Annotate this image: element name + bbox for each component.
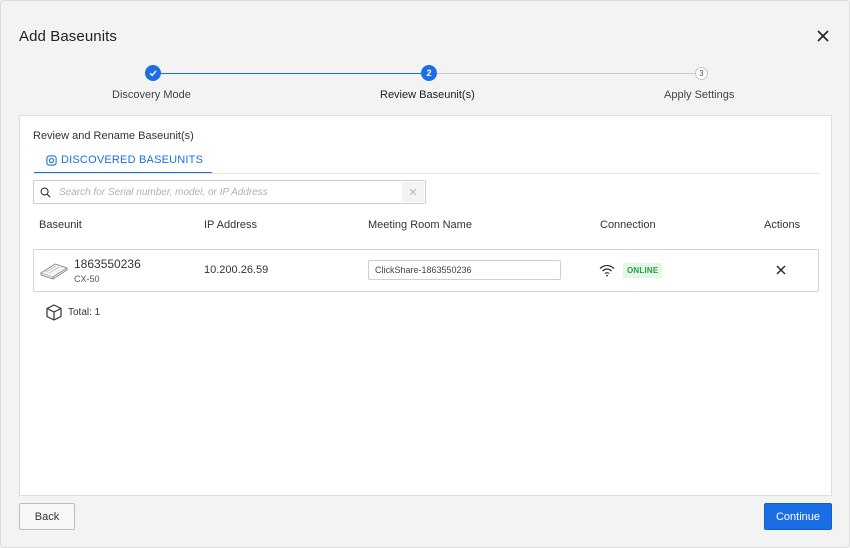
clear-x-icon[interactable]: ✕ [402, 182, 424, 202]
stepper-line-pending [429, 73, 702, 74]
search-icon [40, 187, 51, 198]
baseunit-serial: 1863550236 [74, 257, 141, 271]
ip-address: 10.200.26.59 [204, 264, 269, 276]
step-3-label: Apply Settings [664, 89, 735, 101]
step-2-label: Review Baseunit(s) [380, 89, 475, 101]
review-panel: Review and Rename Baseunit(s) DISCOVERED… [19, 115, 832, 496]
column-header-ip-address: IP Address [204, 219, 257, 231]
step-1-complete [145, 65, 161, 81]
add-baseunits-dialog: Add Baseunits 2 3 Discovery Mode Review … [0, 0, 850, 548]
column-header-actions: Actions [764, 219, 801, 231]
column-header-connection: Connection [600, 219, 656, 231]
tab-discovered-baseunits[interactable]: DISCOVERED BASEUNITS [34, 148, 212, 174]
instagram-like-square-icon [46, 154, 57, 166]
panel-title: Review and Rename Baseunit(s) [33, 130, 194, 142]
wifi-icon [599, 264, 615, 277]
step-1-label: Discovery Mode [112, 89, 191, 101]
column-header-baseunit: Baseunit [39, 219, 82, 231]
continue-button[interactable]: Continue [764, 503, 832, 530]
dialog-title: Add Baseunits [19, 28, 118, 45]
status-badge: ONLINE [623, 263, 663, 278]
tab-label: DISCOVERED BASEUNITS [61, 154, 204, 166]
search-box: ✕ [33, 180, 426, 204]
close-icon[interactable] [775, 264, 787, 276]
step-2-active: 2 [421, 65, 437, 81]
meeting-room-name-input[interactable] [368, 260, 561, 280]
search-input[interactable] [57, 182, 397, 202]
table-row: 1863550236 CX-50 10.200.26.59 ONLINE [33, 249, 819, 292]
baseunit-device-icon [39, 263, 69, 280]
total-count: Total: 1 [68, 307, 101, 318]
check-icon [149, 70, 157, 77]
tab-divider [34, 173, 819, 174]
step-3-pending: 3 [695, 67, 708, 80]
stepper-line-completed [153, 73, 429, 74]
baseunit-model: CX-50 [74, 274, 100, 284]
cube-icon [46, 304, 62, 321]
column-header-meeting-room-name: Meeting Room Name [368, 219, 472, 231]
close-icon[interactable] [815, 28, 831, 44]
back-button[interactable]: Back [19, 503, 75, 530]
